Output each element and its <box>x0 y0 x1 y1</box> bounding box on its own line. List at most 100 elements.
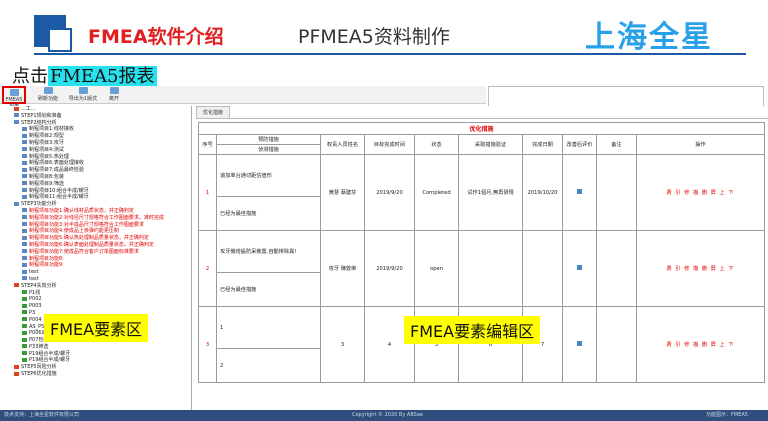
table-row: 1 追加单台通切距估值形 黄慧 蔡建芬 2019/9/20 Completed … <box>198 154 765 231</box>
row-actions[interactable]: 费 引 修 描 删 屏 上 下 <box>636 306 765 383</box>
target-date-cell[interactable]: 2019/9/20 <box>364 154 415 231</box>
eval-icon[interactable] <box>577 189 582 194</box>
tree-item[interactable]: 制程项目功能2:对线径尺寸规格符合工作图面要求，准时完成 <box>0 215 191 222</box>
taken-cell[interactable]: 试作1個月,無再發現 <box>458 154 523 231</box>
tree-item-label: 制程项目2:规型 <box>29 133 64 140</box>
tree-item-label: test <box>29 275 39 282</box>
tree-node-icon <box>22 256 27 261</box>
tree-node-icon <box>22 324 27 328</box>
col-note: 备注 <box>596 134 637 155</box>
tree-item-label: P19组合半成/螺牙 <box>29 357 71 364</box>
export-button[interactable]: 导出为1版式 <box>64 86 102 104</box>
tree-node-icon <box>22 235 27 240</box>
note-cell[interactable] <box>596 154 637 231</box>
owner-cell[interactable]: 黄慧 蔡建芬 <box>320 154 365 231</box>
target-date-cell[interactable]: 2019/9/20 <box>364 230 415 307</box>
tree-item[interactable]: test <box>0 276 191 283</box>
tree-item[interactable]: P002 <box>0 296 191 303</box>
tree-node-icon <box>22 303 27 308</box>
tree-item[interactable]: ...工... <box>0 106 191 113</box>
prevent-cell[interactable]: 追加单台通切距估值形 <box>216 154 321 197</box>
instruction-highlight: FMEA5报表 <box>48 66 157 87</box>
app-toolbar: FMEA5报表 刷新功能 导出为1版式 离开 <box>0 86 486 110</box>
tree-item[interactable]: 制程项目7:成品最终检验 <box>0 167 191 174</box>
tree-item-label: 制程项目1:线材接收 <box>29 126 74 133</box>
col-eval: 改善后评价 <box>562 134 597 155</box>
tree-node-icon <box>14 283 19 288</box>
tree-item-label: 制程项目功能8: <box>29 255 64 262</box>
state-cell[interactable]: Completed <box>414 154 459 231</box>
refresh-button[interactable]: 刷新功能 <box>34 86 62 104</box>
editor-area-label: FMEA要素编辑区 <box>404 316 541 344</box>
detect-cell[interactable]: 已经为最佳措施 <box>216 196 321 231</box>
prevent-cell[interactable]: 1 <box>216 306 321 349</box>
tree-item[interactable]: 制程项目8:包装 <box>0 174 191 181</box>
tree-item[interactable]: P33筛选 <box>0 344 191 351</box>
done-date-cell[interactable]: 2019/10/20 <box>522 154 563 231</box>
note-cell[interactable] <box>596 306 637 383</box>
exit-button[interactable]: 离开 <box>104 86 124 104</box>
detect-cell[interactable]: 已经为最佳措施 <box>216 272 321 307</box>
prevent-cell[interactable]: 攻牙機增設防呆裝置,自動排除異! <box>216 230 321 273</box>
tree-item[interactable]: P003 <box>0 303 191 310</box>
tree-node-icon <box>22 317 27 322</box>
tree-node-icon <box>22 290 27 295</box>
tree-item-label: P003 <box>29 303 42 310</box>
tree-item-label: 制程项目10:组合半成/螺牙 <box>29 187 89 194</box>
taken-cell[interactable] <box>458 230 523 307</box>
tree-item[interactable]: STEP1规划和准备 <box>0 113 191 120</box>
tree-item-label: P3 <box>29 309 36 316</box>
tree-item-label: ...工... <box>21 106 36 112</box>
tree-node-icon <box>22 181 27 186</box>
tree-item[interactable]: STEP6优化措施 <box>0 371 191 378</box>
done-date-cell[interactable] <box>522 230 563 307</box>
tree-item-label: STEP3功能分析 <box>21 201 57 208</box>
status-bar: 技术支持：上海全星软件有限公司 Copyright © 2020 By ABSa… <box>0 410 768 421</box>
fmea-editor-panel: 优化措施 优化措施 序号 预防措施 权责人员姓名 目标完成时间 状态 采取措施验… <box>196 106 768 410</box>
owner-cell[interactable]: 攻牙 陳敦荣 <box>320 230 365 307</box>
tree-area-label: FMEA要素区 <box>44 314 149 342</box>
tree-item-label: 制程项目功能5:确认热处理制品质量状态，并正确判定 <box>29 235 149 242</box>
tree-item-label: P33筛选 <box>29 343 49 350</box>
row-actions[interactable]: 费 引 修 描 删 屏 上 下 <box>636 154 765 231</box>
tree-item-label: STEP2结构分析 <box>21 119 57 126</box>
tree-item[interactable]: 制程项目4:测试 <box>0 147 191 154</box>
eval-cell[interactable] <box>562 154 597 231</box>
tree-item[interactable]: 制程项目功能5:确认热处理制品质量状态，并正确判定 <box>0 235 191 242</box>
tab-optimization[interactable]: 优化措施 <box>196 106 231 118</box>
tree-item-label: STEP4失效分析 <box>21 282 57 289</box>
row-actions[interactable]: 费 引 修 描 删 屏 上 下 <box>636 230 765 307</box>
col-prevent: 预防措施 <box>216 134 321 145</box>
tree-item-label: P004 <box>29 316 42 323</box>
tree-item[interactable]: test <box>0 269 191 276</box>
tree-item[interactable]: 制程项目9:筛选 <box>0 181 191 188</box>
note-cell[interactable] <box>596 230 637 307</box>
detect-cell[interactable]: 2 <box>216 348 321 383</box>
slide-title: FMEA软件介绍 <box>88 26 224 48</box>
eval-icon[interactable] <box>577 265 582 270</box>
tree-item[interactable]: 制程项目3:攻牙 <box>0 140 191 147</box>
tree-item[interactable]: STEP4失效分析 <box>0 283 191 290</box>
tree-node-icon <box>22 154 27 159</box>
tree-item[interactable]: STEP3功能分析 <box>0 201 191 208</box>
tree-node-icon <box>22 174 27 179</box>
fmea5-report-button[interactable]: FMEA5报表 <box>2 86 26 110</box>
tree-item[interactable]: 制程项目功能1:确认线材品质状态，并正确判定 <box>0 208 191 215</box>
eval-cell[interactable] <box>562 306 597 383</box>
tree-node-icon <box>14 113 19 118</box>
owner-cell[interactable]: 3 <box>320 306 365 383</box>
tree-item[interactable]: P1线 <box>0 290 191 297</box>
tree-node-icon <box>22 208 27 213</box>
tree-item[interactable]: 制程项目功能7:使成品符合客户订单图面标准要求 <box>0 249 191 256</box>
eval-cell[interactable] <box>562 230 597 307</box>
tree-item-label: STEP1规划和准备 <box>21 112 62 119</box>
tree-node-icon <box>22 194 27 199</box>
tree-item[interactable]: 制程项目功能9: <box>0 262 191 269</box>
tree-item[interactable]: 制程项目2:规型 <box>0 133 191 140</box>
tree-item-label: 制程项目3:攻牙 <box>29 139 64 146</box>
eval-icon[interactable] <box>577 341 582 346</box>
tree-node-icon <box>22 249 27 254</box>
state-cell[interactable]: open <box>414 230 459 307</box>
tree-item[interactable]: 制程项目功能6:确认表面处理制品质量状态，并正确判定 <box>0 242 191 249</box>
tree-item-label: 制程项目功能2:对线径尺寸规格符合工作图面要求，准时完成 <box>29 214 164 221</box>
